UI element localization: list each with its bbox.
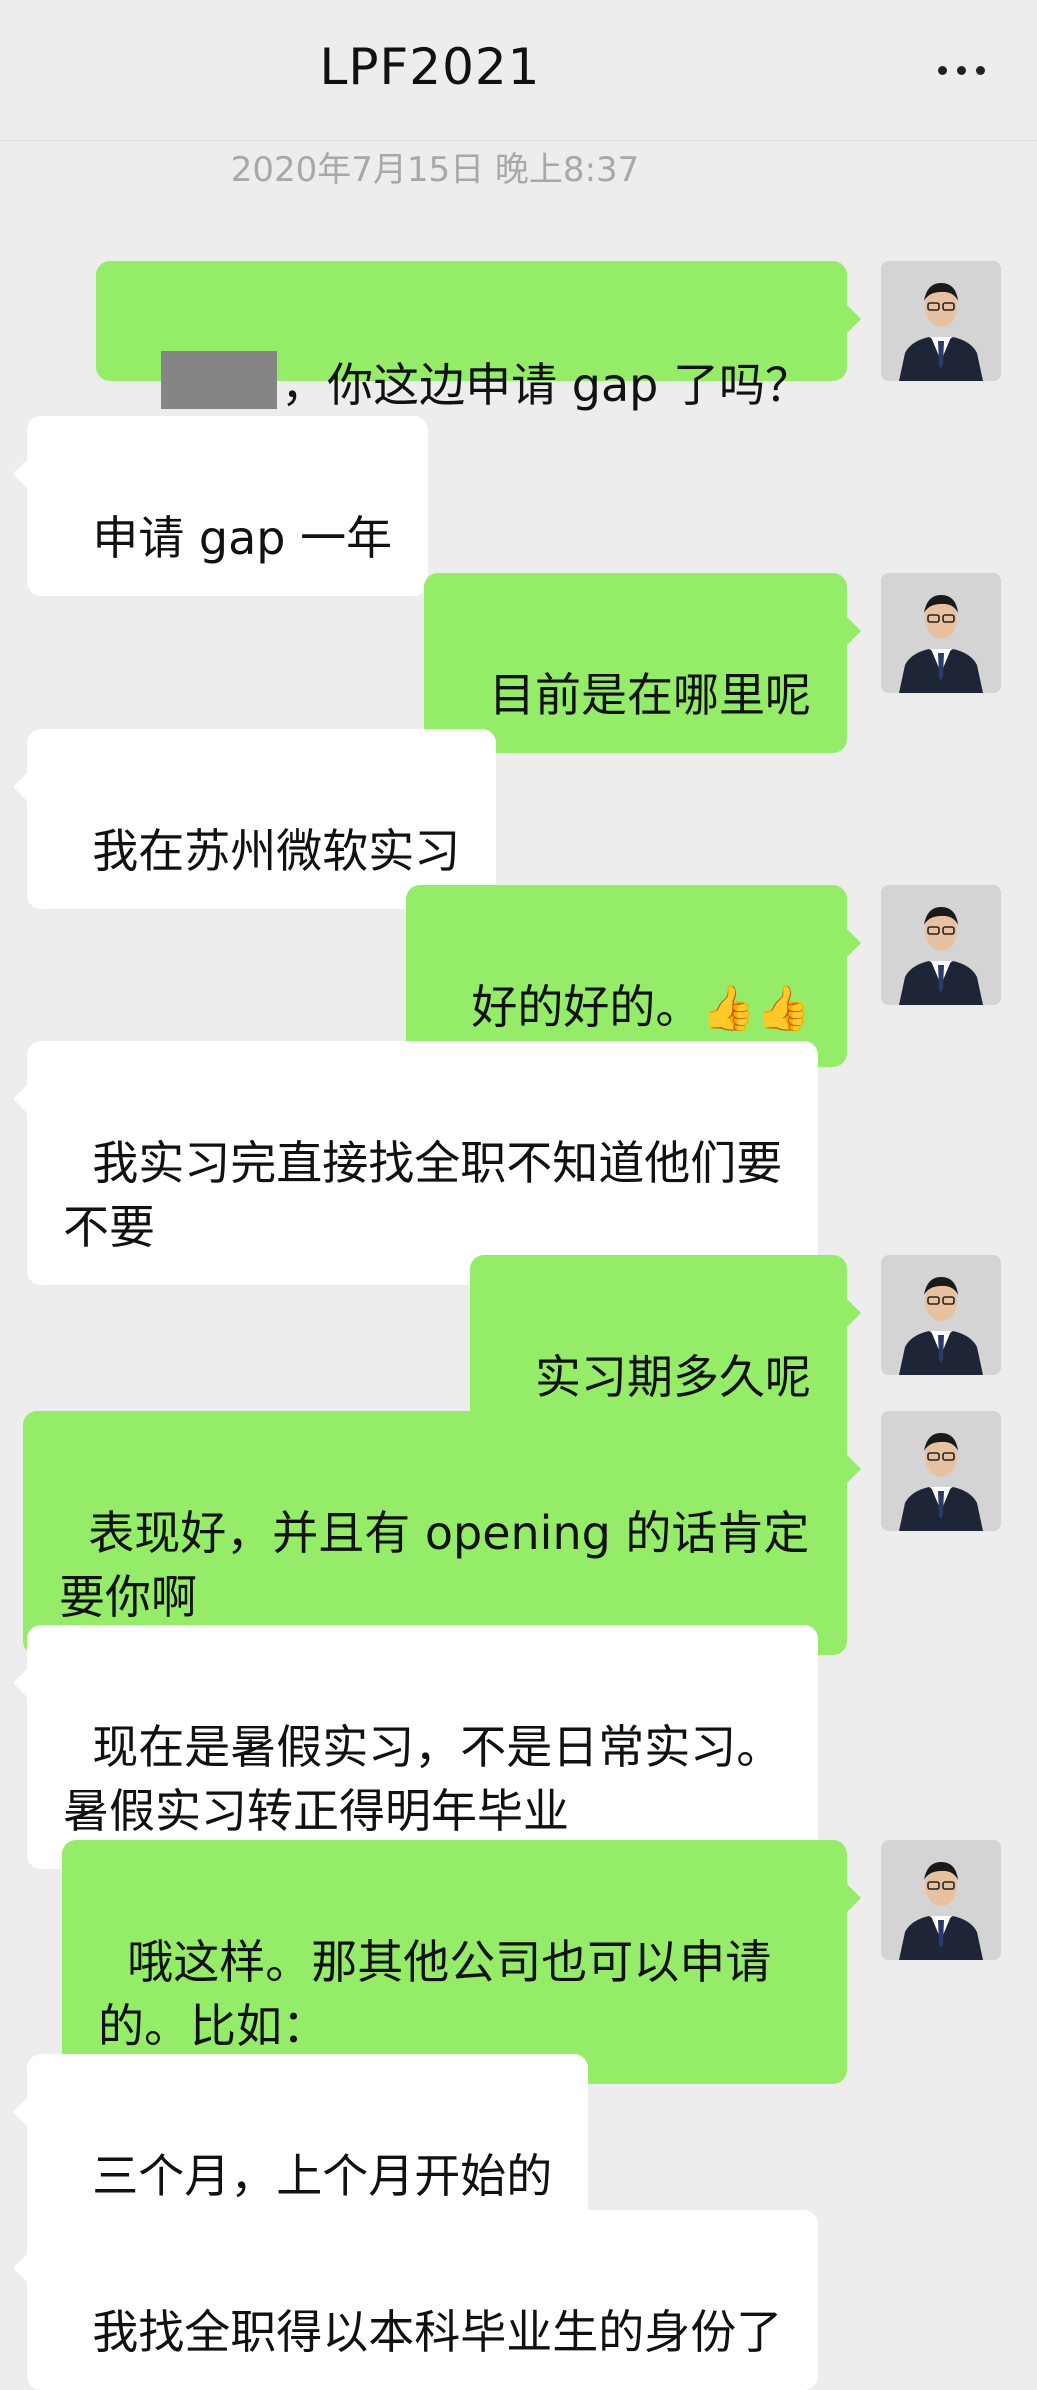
- outgoing-message[interactable]: 表现好，并且有 opening 的话肯定 要你啊: [23, 1411, 861, 1655]
- incoming-message[interactable]: 我找全职得以本科毕业生的身份了: [12, 2210, 819, 2390]
- more-dot: [937, 65, 947, 75]
- incoming-message[interactable]: 现在是暑假实习，不是日常实习。 暑假实习转正得明年毕业: [12, 1625, 819, 1869]
- more-icon[interactable]: [921, 38, 1001, 102]
- person-icon: [881, 1411, 1001, 1531]
- person-icon: [881, 1255, 1001, 1375]
- message-text: 表现好，并且有 opening 的话肯定 要你啊: [59, 1506, 810, 1624]
- person-icon: [881, 261, 1001, 381]
- outgoing-message[interactable]: 目前是在哪里呢: [423, 573, 862, 753]
- message-text: 我找全职得以本科毕业生的身份了: [92, 2305, 783, 2359]
- outgoing-message[interactable]: 好的好的。👍👍: [406, 885, 861, 1067]
- thumbs-up-icon: 👍👍: [701, 983, 811, 1034]
- person-icon: [881, 1840, 1001, 1960]
- person-icon: [881, 573, 1001, 693]
- chat-title: LPF2021: [319, 38, 541, 96]
- chat-header: LPF2021: [0, 0, 1037, 141]
- outgoing-message[interactable]: 实习期多久呢: [469, 1255, 862, 1435]
- incoming-message[interactable]: 我在苏州微软实习: [12, 729, 497, 909]
- incoming-message[interactable]: 申请 gap 一年: [12, 416, 429, 596]
- message-text: 申请 gap 一年: [92, 511, 393, 565]
- message-text: 好的好的。: [471, 980, 702, 1034]
- incoming-message[interactable]: 我实习完直接找全职不知道他们要 不要: [12, 1041, 819, 1285]
- message-text: ，你这边申请 gap 了吗？: [281, 358, 811, 412]
- message-text: 我在苏州微软实习: [92, 824, 461, 878]
- more-dot: [956, 65, 966, 75]
- outgoing-message[interactable]: 哦这样。那其他公司也可以申请 的。比如：: [62, 1840, 861, 2084]
- message-text: 现在是暑假实习，不是日常实习。 暑假实习转正得明年毕业: [63, 1720, 783, 1838]
- avatar[interactable]: [881, 1255, 1001, 1375]
- redacted-name: [161, 351, 278, 409]
- message-timestamp: 2020年7月15日 晚上8:37: [230, 150, 640, 190]
- avatar[interactable]: [881, 573, 1001, 693]
- message-text: 三个月，上个月开始的: [92, 2149, 553, 2203]
- person-icon: [881, 885, 1001, 1005]
- outgoing-message[interactable]: ，你这边申请 gap 了吗？: [95, 261, 862, 412]
- avatar[interactable]: [881, 1840, 1001, 1960]
- incoming-message[interactable]: 三个月，上个月开始的: [12, 2054, 589, 2234]
- message-text: 哦这样。那其他公司也可以申请 的。比如：: [98, 1935, 772, 2053]
- avatar[interactable]: [881, 261, 1001, 381]
- message-text: 我实习完直接找全职不知道他们要 不要: [63, 1136, 783, 1254]
- avatar[interactable]: [881, 885, 1001, 1005]
- more-dot: [975, 65, 985, 75]
- message-text: 实习期多久呢: [535, 1350, 811, 1404]
- message-text: 目前是在哪里呢: [489, 668, 811, 722]
- avatar[interactable]: [881, 1411, 1001, 1531]
